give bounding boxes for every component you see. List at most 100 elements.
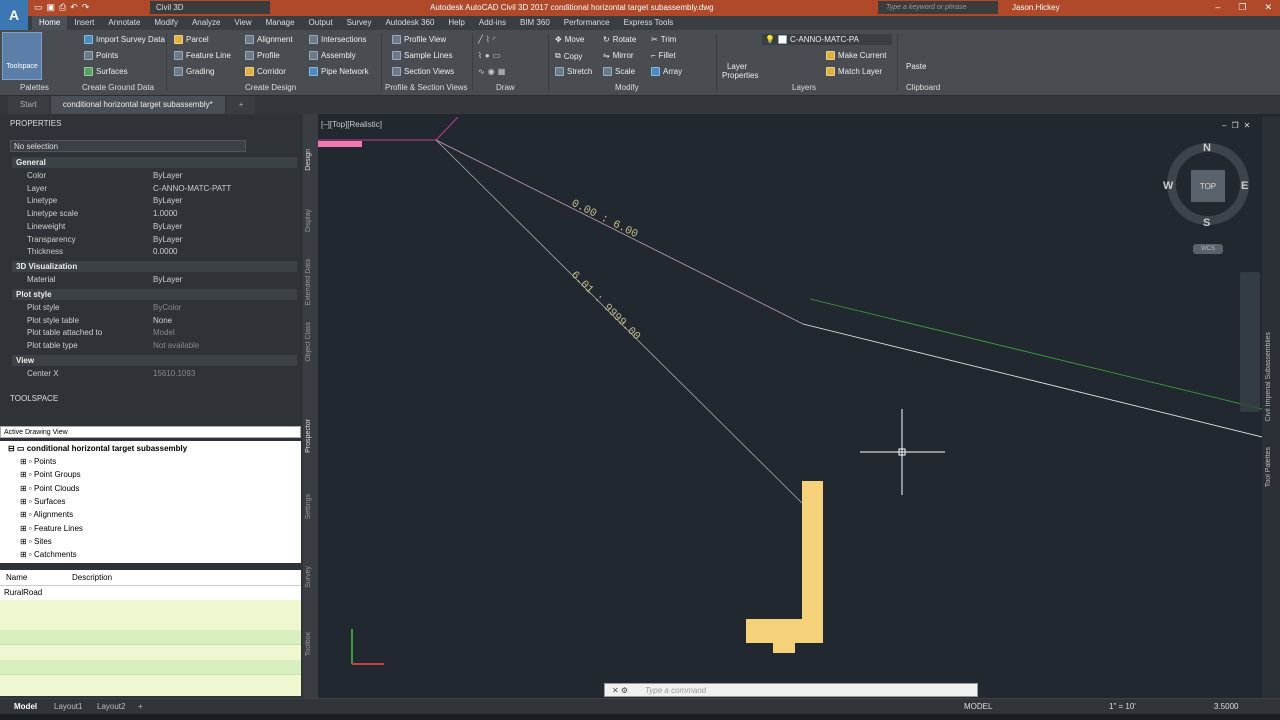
search-input[interactable]: Type a keyword or phrase bbox=[878, 1, 998, 14]
tab-bim-360[interactable]: BIM 360 bbox=[513, 16, 557, 30]
draw-panel[interactable]: Draw bbox=[496, 83, 515, 92]
restore-icon[interactable]: ❐ bbox=[1238, 2, 1246, 13]
match-layer-button[interactable]: Match Layer bbox=[826, 67, 882, 76]
save-icon[interactable]: ▣ bbox=[47, 2, 56, 13]
feature-line-button[interactable]: Feature Line bbox=[174, 51, 231, 60]
point-icon[interactable]: ◉ bbox=[488, 67, 495, 76]
copy-button[interactable]: ⧉ Copy bbox=[555, 51, 582, 61]
yellow-tab[interactable] bbox=[773, 643, 795, 653]
tree-item[interactable]: ⊞ ▫ Catchments bbox=[20, 550, 77, 559]
layers-panel[interactable]: Layers bbox=[792, 83, 816, 92]
layer-properties-button[interactable]: Layer Properties bbox=[722, 62, 758, 80]
tab-design[interactable]: Design bbox=[305, 149, 312, 171]
clipboard-panel[interactable]: Clipboard bbox=[906, 83, 940, 92]
viewport-close-icon[interactable]: ✕ bbox=[1244, 121, 1251, 130]
tab-survey[interactable]: Survey bbox=[305, 566, 312, 588]
white-line[interactable] bbox=[802, 323, 1262, 438]
compass-east[interactable]: E bbox=[1241, 180, 1248, 192]
compass-west[interactable]: W bbox=[1163, 180, 1173, 192]
new-tab-button[interactable]: + bbox=[226, 96, 256, 114]
tree-item[interactable]: ⊞ ▫ Sites bbox=[20, 537, 52, 546]
parcel-button[interactable]: Parcel bbox=[174, 35, 209, 44]
tab-annotate[interactable]: Annotate bbox=[101, 16, 147, 30]
green-line[interactable] bbox=[809, 298, 1262, 410]
section-general[interactable]: General bbox=[12, 157, 297, 168]
annotation-value[interactable]: 3.5000 bbox=[1214, 702, 1238, 711]
magenta-line-2[interactable] bbox=[435, 117, 459, 141]
palettes-panel[interactable]: Palettes bbox=[20, 83, 49, 92]
tab-civil-imperial-subassemblies[interactable]: Civil Imperial Subassemblies bbox=[1265, 332, 1272, 421]
line-icon[interactable]: ╱ bbox=[478, 35, 483, 44]
tree-item[interactable]: ⊞ ▫ Points bbox=[20, 457, 56, 466]
workspace-dropdown[interactable]: Civil 3D bbox=[150, 1, 270, 14]
column-name[interactable]: Name bbox=[6, 573, 27, 582]
modify-panel[interactable]: Modify bbox=[615, 83, 639, 92]
tree-root[interactable]: ⊟ ▭ conditional horizontal target subass… bbox=[8, 444, 187, 453]
wcs-menu[interactable]: WCS bbox=[1193, 244, 1223, 254]
yellow-shape[interactable] bbox=[746, 481, 823, 643]
grading-button[interactable]: Grading bbox=[174, 67, 214, 76]
tree-item[interactable]: ⊞ ▫ Point Clouds bbox=[20, 484, 79, 493]
make-current-button[interactable]: Make Current bbox=[826, 51, 886, 60]
import-survey-button[interactable]: Import Survey Data bbox=[84, 35, 165, 44]
tab-layout1[interactable]: Layout1 bbox=[54, 702, 82, 711]
add-layout-button[interactable]: + bbox=[138, 702, 143, 711]
tab-prospector[interactable]: Prospector bbox=[305, 419, 312, 453]
property-value[interactable]: ByColor bbox=[153, 303, 181, 312]
property-value[interactable]: Not available bbox=[153, 341, 199, 350]
polyline-icon[interactable]: ⌇ bbox=[486, 35, 490, 44]
compass-north[interactable]: N bbox=[1203, 142, 1211, 154]
sample-lines-button[interactable]: Sample Lines bbox=[392, 51, 452, 60]
property-value[interactable]: C-ANNO-MATC-PATT bbox=[153, 184, 231, 193]
property-value[interactable]: Model bbox=[153, 328, 175, 337]
circle-icon[interactable]: ● bbox=[485, 51, 490, 60]
profile-button[interactable]: Profile bbox=[245, 51, 280, 60]
tab-start[interactable]: Start bbox=[8, 96, 49, 114]
pink-block[interactable] bbox=[318, 141, 362, 147]
mirror-button[interactable]: ⇋ Mirror bbox=[603, 51, 634, 60]
list-item[interactable]: RuralRoad bbox=[0, 586, 301, 600]
view-select[interactable]: Active Drawing View bbox=[0, 426, 301, 438]
arc-icon[interactable]: ◜ bbox=[493, 35, 496, 44]
property-value[interactable]: None bbox=[153, 316, 172, 325]
tab-add-ins[interactable]: Add-ins bbox=[472, 16, 513, 30]
tab-layout2[interactable]: Layout2 bbox=[97, 702, 125, 711]
print-icon[interactable]: ⎙ bbox=[59, 2, 66, 13]
stretch-button[interactable]: Stretch bbox=[555, 67, 592, 76]
tree-item[interactable]: ⊞ ▫ Point Groups bbox=[20, 470, 81, 479]
array-button[interactable]: Array bbox=[651, 67, 682, 76]
property-value[interactable]: ByLayer bbox=[153, 171, 182, 180]
move-button[interactable]: ✥ Move bbox=[555, 35, 584, 44]
draw-tools-2[interactable]: ⌇ ● ▭ bbox=[478, 51, 500, 60]
section-plot-style[interactable]: Plot style bbox=[12, 289, 297, 300]
viewport-controls-label[interactable]: [–][Top][Realistic] bbox=[321, 120, 382, 129]
spline-icon[interactable]: ∿ bbox=[478, 67, 485, 76]
section-view[interactable]: View bbox=[12, 355, 297, 366]
tab-help[interactable]: Help bbox=[441, 16, 471, 30]
alignment-button[interactable]: Alignment bbox=[245, 35, 293, 44]
create-ground-panel[interactable]: Create Ground Data bbox=[82, 83, 154, 92]
model-space-toggle[interactable]: MODEL bbox=[964, 702, 992, 711]
command-line[interactable]: ✕ ⚙ Type a command bbox=[604, 683, 978, 697]
open-icon[interactable]: ▭ bbox=[34, 2, 43, 13]
property-value[interactable]: ByLayer bbox=[153, 235, 182, 244]
selection-dropdown[interactable]: No selection bbox=[10, 140, 246, 152]
command-close-icon[interactable]: ✕ ⚙ bbox=[605, 686, 635, 695]
tab-insert[interactable]: Insert bbox=[67, 16, 101, 30]
tab-display[interactable]: Display bbox=[305, 209, 312, 232]
tab-express-tools[interactable]: Express Tools bbox=[617, 16, 681, 30]
paste-button[interactable]: Paste bbox=[906, 62, 926, 71]
assembly-button[interactable]: Assembly bbox=[309, 51, 356, 60]
viewport-minimize-icon[interactable]: – bbox=[1222, 121, 1226, 130]
trim-button[interactable]: ✂ Trim bbox=[651, 35, 676, 44]
rect-icon[interactable]: ▭ bbox=[493, 51, 501, 60]
hatch-icon[interactable]: ▦ bbox=[498, 67, 506, 76]
create-design-panel[interactable]: Create Design bbox=[245, 83, 296, 92]
tab-survey[interactable]: Survey bbox=[340, 16, 379, 30]
tab-performance[interactable]: Performance bbox=[557, 16, 617, 30]
tab-view[interactable]: View bbox=[227, 16, 258, 30]
property-value[interactable]: ByLayer bbox=[153, 275, 182, 284]
tab-analyze[interactable]: Analyze bbox=[185, 16, 227, 30]
viewport-restore-icon[interactable]: ❐ bbox=[1231, 121, 1238, 130]
tab-modify[interactable]: Modify bbox=[147, 16, 185, 30]
